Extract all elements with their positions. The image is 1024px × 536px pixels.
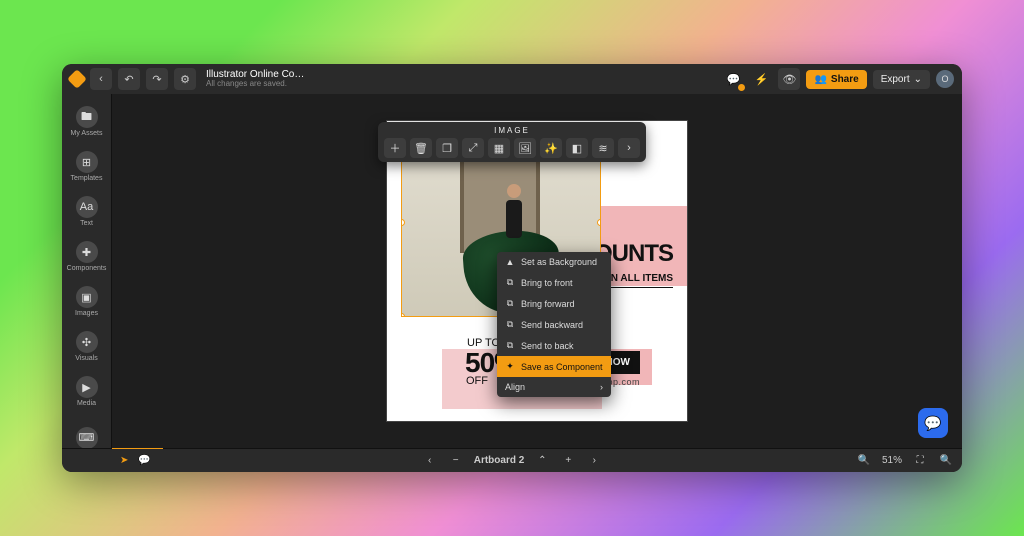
- layer-icon: ⧉: [505, 340, 515, 351]
- back-button[interactable]: ‹: [90, 68, 112, 90]
- crop-button[interactable]: ▦: [488, 138, 510, 158]
- duplicate-button[interactable]: ❐: [436, 138, 458, 158]
- preview-button[interactable]: 👁: [778, 68, 800, 90]
- settings-button[interactable]: ⚙: [174, 68, 196, 90]
- comment-tool-icon[interactable]: 💬: [138, 455, 150, 466]
- app-window: ‹ ↶ ↷ ⚙ Illustrator Online Co… All chang…: [62, 64, 962, 472]
- zoom-in-icon[interactable]: 🔍: [938, 453, 954, 469]
- templates-icon: ⊞: [76, 151, 98, 173]
- doc-title-block: Illustrator Online Co… All changes are s…: [206, 69, 304, 89]
- folder-icon: 🖿: [76, 106, 98, 128]
- background-icon: ▲: [505, 257, 515, 267]
- keyboard-icon: ⌨: [76, 427, 98, 449]
- artboard-name[interactable]: Artboard 2: [474, 455, 525, 466]
- next-artboard-button[interactable]: ›: [586, 453, 602, 469]
- off-text[interactable]: OFF: [466, 375, 488, 387]
- export-button[interactable]: Export⌄: [873, 70, 930, 89]
- bolt-button[interactable]: ⚡: [750, 68, 772, 90]
- resize-handle[interactable]: [401, 313, 405, 317]
- app-logo-icon[interactable]: [67, 69, 87, 89]
- menu-set-as-background[interactable]: ▲Set as Background: [497, 252, 611, 272]
- share-button[interactable]: 👥Share: [806, 70, 866, 89]
- left-sidebar: 🖿My Assets ⊞Templates AaText ✚Components…: [62, 94, 112, 448]
- menu-send-to-back[interactable]: ⧉Send to back: [497, 335, 611, 356]
- layers-button[interactable]: ≋: [592, 138, 614, 158]
- media-icon: ▶: [76, 376, 98, 398]
- sidebar-item-templates[interactable]: ⊞Templates: [64, 147, 110, 186]
- visuals-icon: ✣: [76, 331, 98, 353]
- save-status: All changes are saved.: [206, 80, 304, 89]
- sidebar-item-images[interactable]: ▣Images: [64, 282, 110, 321]
- sidebar-item-media[interactable]: ▶Media: [64, 372, 110, 411]
- effects-button[interactable]: ✨: [540, 138, 562, 158]
- zoom-level[interactable]: 51%: [882, 455, 902, 466]
- mask-button[interactable]: ◧: [566, 138, 588, 158]
- sidebar-item-components[interactable]: ✚Components: [64, 237, 110, 276]
- fit-button[interactable]: ⤢: [462, 138, 484, 158]
- text-icon: Aa: [76, 196, 98, 218]
- add-button[interactable]: ＋: [384, 138, 406, 158]
- subline-text[interactable]: ON ALL ITEMS: [603, 273, 673, 288]
- collapse-button[interactable]: ⌃: [534, 453, 550, 469]
- sidebar-item-text[interactable]: AaText: [64, 192, 110, 231]
- comments-button[interactable]: 💬: [722, 68, 744, 90]
- sidebar-item-visuals[interactable]: ✣Visuals: [64, 327, 110, 366]
- more-button[interactable]: ›: [618, 138, 640, 158]
- zoom-out-button[interactable]: −: [448, 453, 464, 469]
- layer-icon: ⧉: [505, 298, 515, 309]
- layer-icon: ⧉: [505, 277, 515, 288]
- zoom-in-button[interactable]: +: [560, 453, 576, 469]
- components-icon: ✚: [76, 241, 98, 263]
- context-menu: ▲Set as Background ⧉Bring to front ⧉Brin…: [497, 252, 611, 397]
- sidebar-item-my-assets[interactable]: 🖿My Assets: [64, 102, 110, 141]
- user-avatar[interactable]: O: [936, 70, 954, 88]
- zoom-out-icon[interactable]: 🔍: [856, 453, 872, 469]
- redo-button[interactable]: ↷: [146, 68, 168, 90]
- image-toolbar: IMAGE ＋ 🗑 ❐ ⤢ ▦ 🖼 ✨ ◧ ≋ ›: [378, 122, 646, 162]
- undo-button[interactable]: ↶: [118, 68, 140, 90]
- pointer-tool-icon[interactable]: ➤: [120, 455, 128, 466]
- delete-button[interactable]: 🗑: [410, 138, 432, 158]
- bottom-bar: ➤ 💬 ‹ − Artboard 2 ⌃ + › 🔍 51% ⛶ 🔍: [62, 448, 962, 472]
- menu-send-backward[interactable]: ⧉Send backward: [497, 314, 611, 335]
- replace-image-button[interactable]: 🖼: [514, 138, 536, 158]
- prev-artboard-button[interactable]: ‹: [422, 453, 438, 469]
- resize-handle[interactable]: [597, 219, 601, 226]
- top-bar: ‹ ↶ ↷ ⚙ Illustrator Online Co… All chang…: [62, 64, 962, 94]
- share-icon: 👥: [814, 74, 826, 85]
- menu-bring-forward[interactable]: ⧉Bring forward: [497, 293, 611, 314]
- chevron-down-icon: ⌄: [914, 74, 922, 85]
- chevron-right-icon: ›: [600, 382, 603, 392]
- images-icon: ▣: [76, 286, 98, 308]
- chat-button[interactable]: 💬: [918, 408, 948, 438]
- menu-bring-to-front[interactable]: ⧉Bring to front: [497, 272, 611, 293]
- fullscreen-button[interactable]: ⛶: [912, 453, 928, 469]
- menu-save-as-component[interactable]: ✦Save as Component: [497, 356, 611, 377]
- layer-icon: ⧉: [505, 319, 515, 330]
- menu-align[interactable]: Align›: [497, 377, 611, 397]
- toolbar-label: IMAGE: [494, 126, 530, 136]
- component-icon: ✦: [505, 361, 515, 372]
